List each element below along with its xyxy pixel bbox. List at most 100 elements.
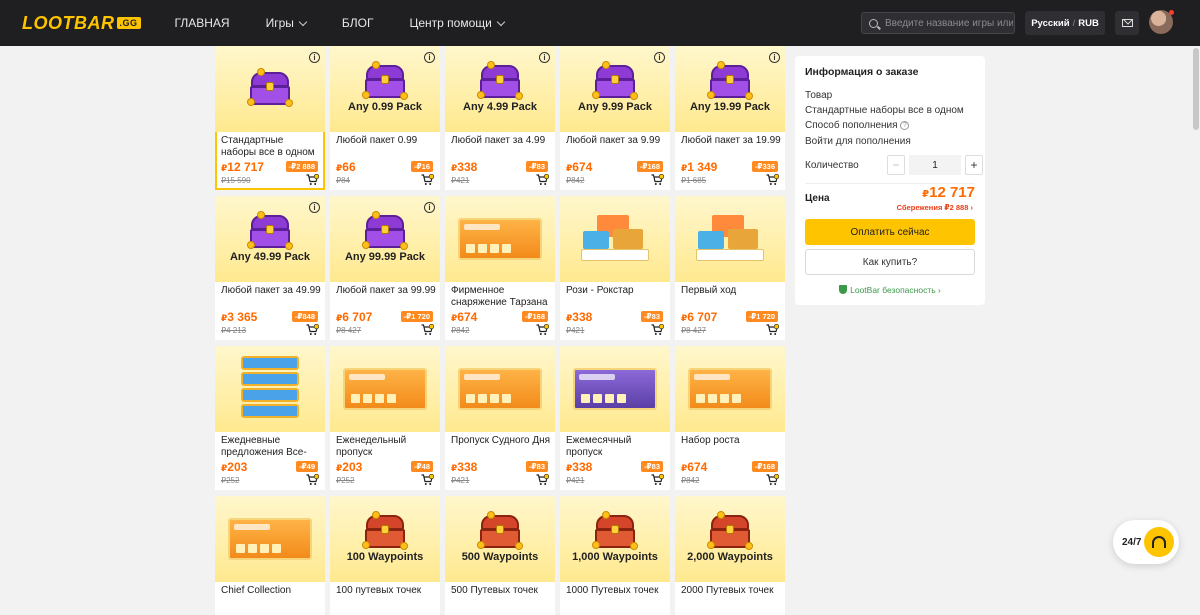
product-card[interactable]: Первый ход ₽6 707 -₽1 720 ₽8 427 [675,196,785,340]
add-to-cart-icon[interactable] [421,173,435,185]
info-icon[interactable]: i [309,52,320,63]
product-image: 100 Waypoints [330,496,440,582]
search-icon[interactable] [869,18,878,28]
lootbar-logo[interactable]: LOOTBAR .GG [22,13,141,34]
discount-badge: -₽168 [636,161,663,172]
language-currency-selector[interactable]: Русский / RUB [1025,11,1105,35]
product-card[interactable]: Any 4.99 Pack i Любой пакет за 4.99 ₽338 -₽8… [445,46,555,190]
price-value: 338 [457,160,478,174]
help-icon[interactable]: ? [900,121,910,130]
product-image [215,346,325,432]
nav-home[interactable]: ГЛАВНАЯ [175,16,230,30]
add-to-cart-icon[interactable] [306,323,320,335]
nav-help-center[interactable]: Центр помощи [409,16,506,30]
product-card[interactable]: Any 49.99 Pack i Любой пакет за 49.99 ₽3 36… [215,196,325,340]
info-icon[interactable]: i [424,202,435,213]
bundle-banner-image [688,368,772,410]
discount-badge: -₽1 720 [745,311,778,322]
info-icon[interactable]: i [424,52,435,63]
add-to-cart-icon[interactable] [536,473,550,485]
product-card[interactable]: 500 Waypoints 500 Путевых точек [445,496,555,615]
nav-blog[interactable]: БЛОГ [342,16,374,30]
price-value: 674 [687,460,708,474]
product-image [675,346,785,432]
product-name: 500 Путевых точек [451,585,538,596]
product-card[interactable]: Any 9.99 Pack i Любой пакет за 9.99 ₽674 -₽1… [560,46,670,190]
user-avatar[interactable] [1149,10,1174,34]
add-to-cart-icon[interactable] [766,473,780,485]
product-price: ₽1 349 [681,160,717,174]
product-price: ₽338 [566,460,592,474]
price-value: 674 [572,160,593,174]
product-price: ₽203 [336,460,362,474]
daily-offers-image [241,354,299,424]
product-card[interactable]: Набор роста ₽674 -₽168 ₽842 [675,346,785,490]
scrollbar-thumb[interactable] [1193,48,1199,130]
product-card[interactable]: Chief Collection [215,496,325,615]
info-icon[interactable]: i [769,52,780,63]
chevron-down-icon [496,17,506,26]
product-card[interactable]: Ежедневные предложения Все-в-... ₽203 -₽49… [215,346,325,490]
lootbar-safety-link[interactable]: LootBar безопасность › [795,285,985,295]
product-price: ₽12 717 [221,160,264,174]
nav-home-label: ГЛАВНАЯ [174,16,230,30]
decrement-button[interactable]: − [887,155,905,175]
savings-link[interactable]: Сбережения ₽2 888 › [897,203,973,212]
pay-now-button[interactable]: Оплатить сейчас [805,219,975,245]
product-card[interactable]: Еженедельный пропуск ₽203 -₽48 ₽252 [330,346,440,490]
product-image: Any 99.99 Pack i [330,196,440,282]
messages-button[interactable] [1115,11,1139,35]
order-info-panel: Информация о заказе Товар Стандартные на… [795,56,985,305]
quantity-input[interactable] [909,155,961,175]
bundle-banner-image [458,218,542,260]
product-price: ₽674 [566,160,592,174]
scrollbar-track[interactable] [1191,46,1200,615]
info-icon[interactable]: i [654,52,665,63]
product-card[interactable]: Any 19.99 Pack i Любой пакет за 19.99 ₽1 34… [675,46,785,190]
info-icon[interactable]: i [539,52,550,63]
original-price: ₽8 427 [681,326,707,335]
add-to-cart-icon[interactable] [536,173,550,185]
product-card[interactable]: 2,000 Waypoints 2000 Путевых точек [675,496,785,615]
product-card[interactable]: Пропуск Судного Дня ₽338 -₽83 ₽421 [445,346,555,490]
quantity-label: Количество [805,160,859,171]
how-to-buy-button[interactable]: Как купить? [805,249,975,275]
support-label: 24/7 [1122,536,1142,548]
add-to-cart-icon[interactable] [766,173,780,185]
price-value: 674 [457,310,478,324]
product-image: Any 19.99 Pack i [675,46,785,132]
product-card[interactable]: 1,000 Waypoints 1000 Путевых точек [560,496,670,615]
add-to-cart-icon[interactable] [421,473,435,485]
discount-badge: -₽83 [640,461,663,472]
increment-button[interactable]: + [965,155,983,175]
product-name: Любой пакет за 19.99 [681,135,781,146]
product-card[interactable]: 100 Waypoints 100 путевых точек [330,496,440,615]
add-to-cart-icon[interactable] [306,173,320,185]
discount-badge: -₽2 888 [285,161,318,172]
nav-games[interactable]: Игры [266,16,308,30]
product-card[interactable]: Рози - Рокстар ₽338 -₽83 ₽421 [560,196,670,340]
item-value: Стандартные наборы все в одном [805,105,964,116]
product-card[interactable]: Фирменное снаряжение Тарзана ₽674 -₽168 ₽84… [445,196,555,340]
topup-method: Способ пополнения ? [805,120,910,131]
add-to-cart-icon[interactable] [306,473,320,485]
add-to-cart-icon[interactable] [421,323,435,335]
product-name: Ежедневные предложения Все-в-... [221,435,307,458]
support-chat-button[interactable]: 24/7 [1113,520,1179,564]
product-card[interactable]: i Стандартные наборы все в одном ₽12 717 -₽… [215,46,325,190]
search-input[interactable] [885,17,1013,29]
product-card[interactable]: Any 0.99 Pack i Любой пакет 0.99 ₽66 -₽16 ₽84 [330,46,440,190]
add-to-cart-icon[interactable] [651,473,665,485]
product-card[interactable]: Ежемесячный пропуск ₽338 -₽83 ₽421 [560,346,670,490]
product-card[interactable]: Any 99.99 Pack i Любой пакет за 99.99 ₽6 70… [330,196,440,340]
add-to-cart-icon[interactable] [651,323,665,335]
top-navbar: LOOTBAR .GG ГЛАВНАЯ Игры БЛОГ Центр помо… [0,0,1200,46]
add-to-cart-icon[interactable] [536,323,550,335]
bundle-banner-image [228,518,312,560]
add-to-cart-icon[interactable] [651,173,665,185]
price-value: 338 [457,460,478,474]
info-icon[interactable]: i [309,202,320,213]
price-value: 338 [572,310,593,324]
add-to-cart-icon[interactable] [766,323,780,335]
product-grid: i Стандартные наборы все в одном ₽12 717 -₽… [215,46,785,615]
